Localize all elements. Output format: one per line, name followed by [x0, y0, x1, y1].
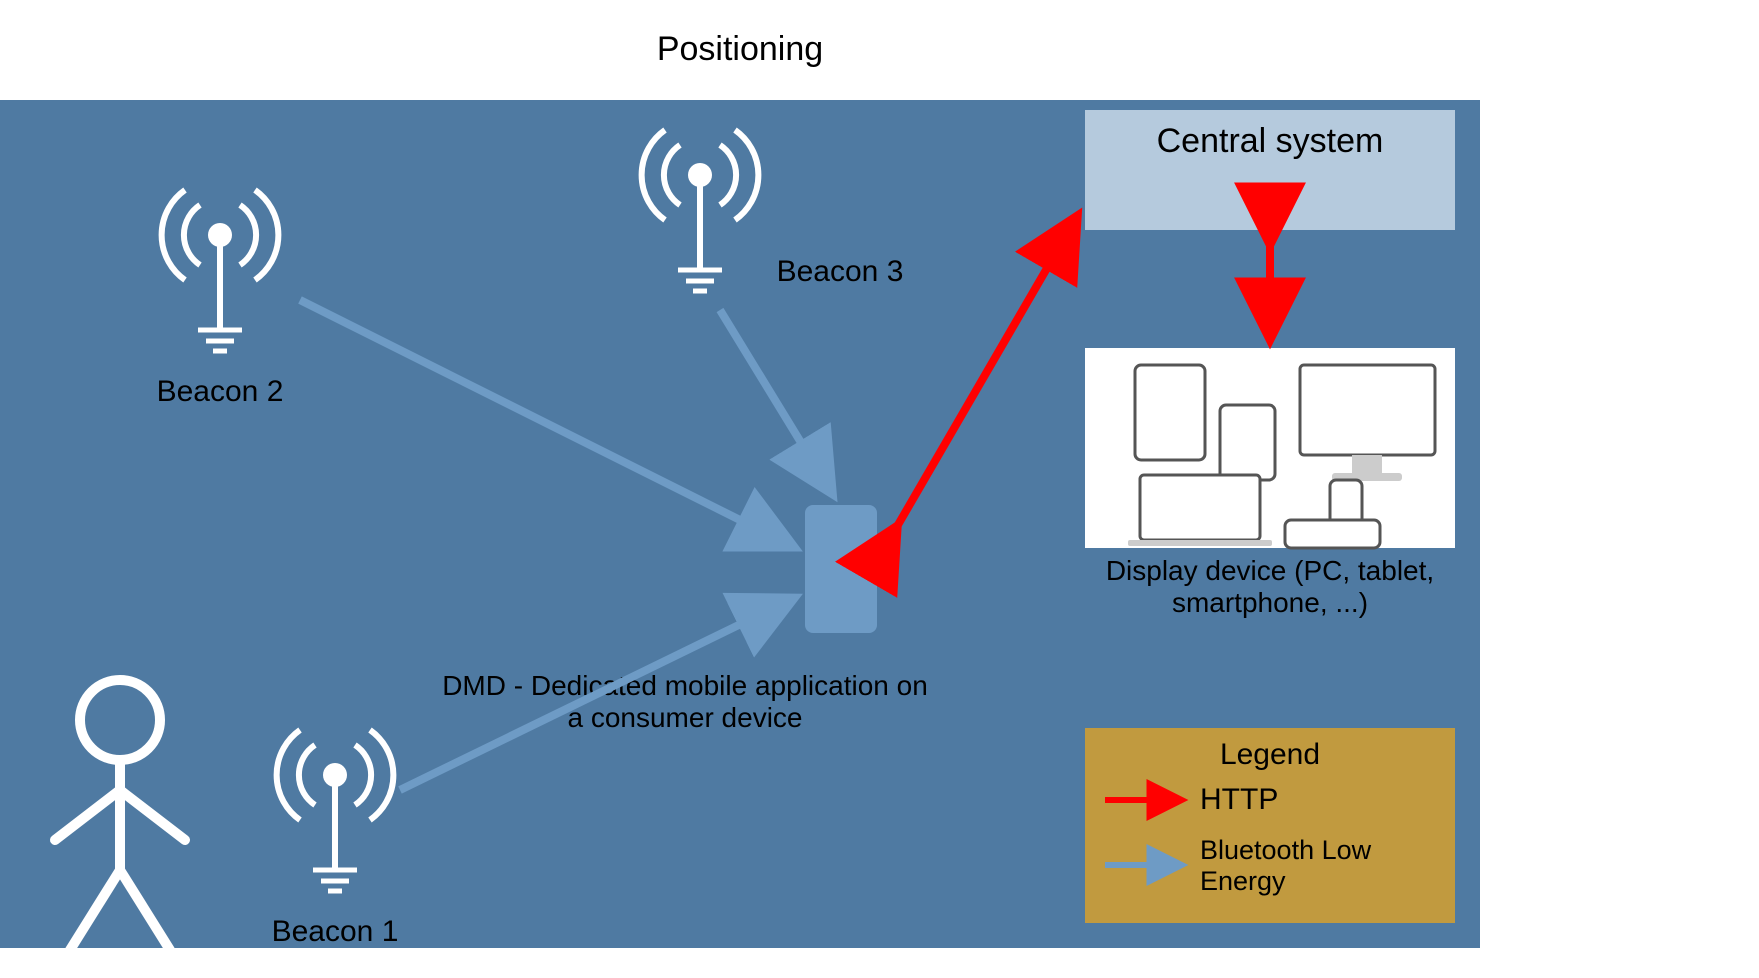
- arrows-layer: [0, 0, 1759, 978]
- diagram-root: Positioning Central system Display devic…: [0, 0, 1759, 978]
- arrow-beacon3-to-mobile: [720, 310, 830, 490]
- arrow-mobile-central: [895, 220, 1075, 530]
- arrow-beacon2-to-mobile: [300, 300, 790, 545]
- arrow-beacon1-to-mobile: [400, 600, 790, 790]
